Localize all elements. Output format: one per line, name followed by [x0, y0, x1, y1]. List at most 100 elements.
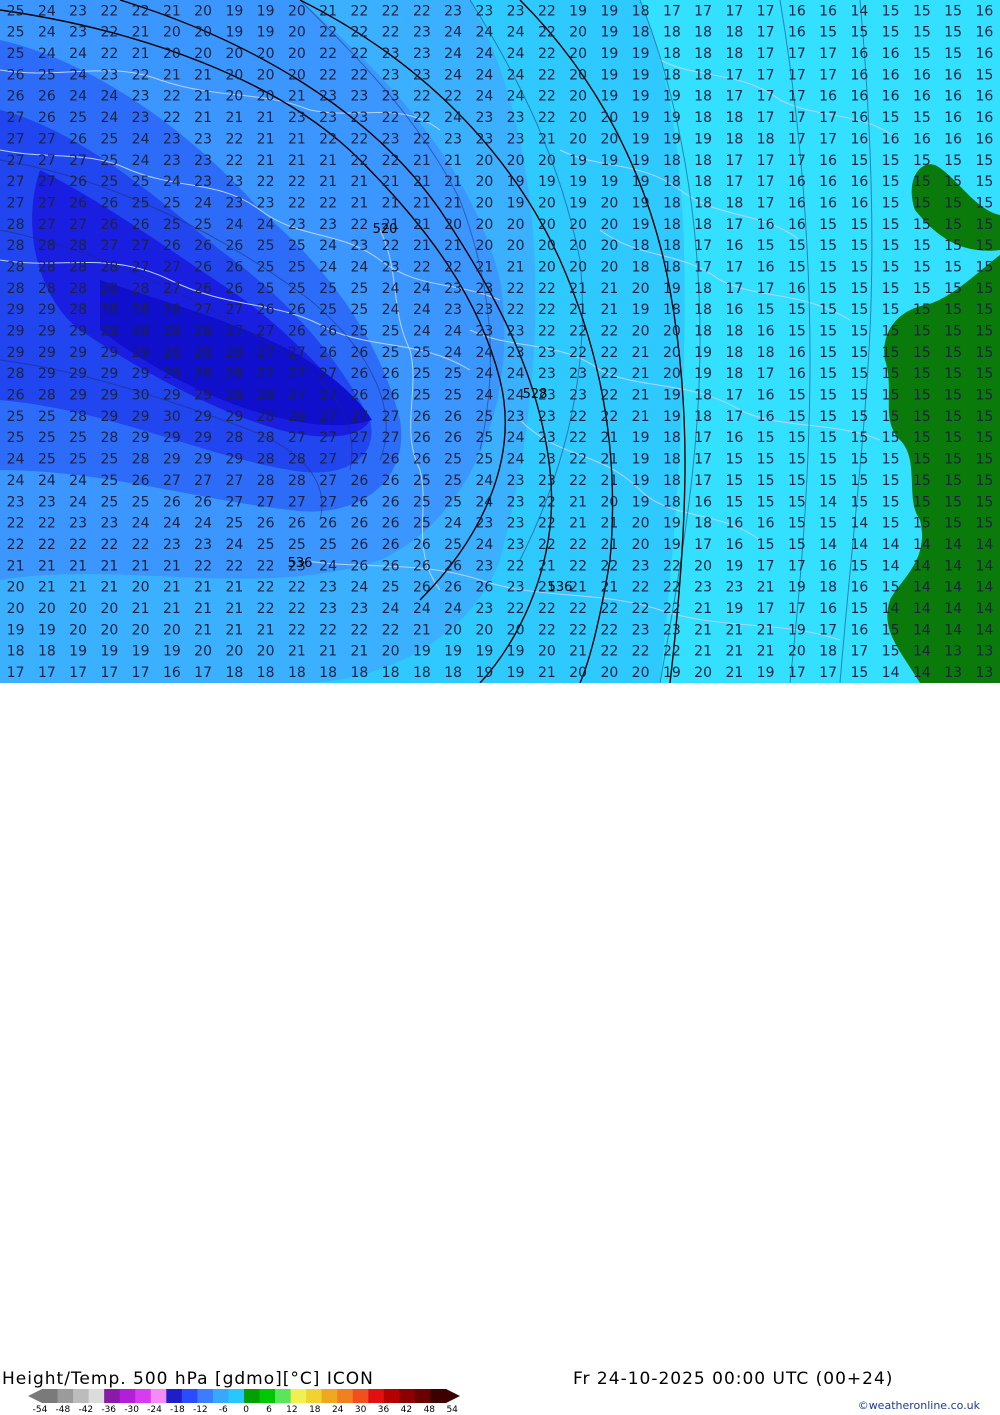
contour-value-label: 15	[819, 25, 837, 41]
contour-value-label: 18	[725, 345, 743, 361]
contour-value-label: 27	[288, 388, 306, 404]
contour-value-label: 23	[319, 110, 337, 126]
contour-value-label: 22	[538, 302, 556, 318]
contour-value-label: 20	[475, 238, 493, 254]
contour-value-label: 18	[694, 324, 712, 340]
contour-value-label: 25	[319, 281, 337, 297]
contour-value-label: 19	[663, 516, 681, 532]
contour-value-label: 14	[913, 622, 931, 638]
contour-value-label: 22	[538, 67, 556, 83]
contour-value-label: 22	[350, 217, 368, 233]
contour-value-label: 25	[475, 409, 493, 425]
scale-color-cell	[352, 1389, 369, 1403]
contour-value-label: 25	[444, 388, 462, 404]
contour-value-label: 19	[507, 665, 525, 681]
contour-value-label: 16	[975, 89, 993, 105]
contour-value-label: 16	[850, 196, 868, 212]
contour-value-label: 24	[38, 473, 56, 489]
contour-value-label: 26	[475, 580, 493, 596]
contour-value-label: 18	[38, 644, 56, 660]
contour-value-label: 27	[288, 494, 306, 510]
contour-value-label: 17	[788, 153, 806, 169]
contour-value-label: 25	[100, 153, 118, 169]
contour-value-label: 15	[913, 494, 931, 510]
contour-value-label: 24	[475, 46, 493, 62]
contour-value-label: 16	[819, 601, 837, 617]
contour-value-label: 23	[194, 153, 212, 169]
contour-value-label: 18	[725, 110, 743, 126]
contour-value-label: 24	[319, 260, 337, 276]
contour-value-label: 22	[319, 131, 337, 147]
contour-value-label: 23	[382, 260, 400, 276]
contour-value-label: 22	[319, 622, 337, 638]
contour-value-label: 26	[38, 89, 56, 105]
contour-value-label: 15	[944, 174, 962, 190]
contour-value-label: 19	[632, 110, 650, 126]
contour-value-label: 15	[975, 473, 993, 489]
contour-value-label: 16	[757, 324, 775, 340]
contour-value-label: 27	[288, 430, 306, 446]
contour-value-label: 28	[38, 238, 56, 254]
contour-value-label: 16	[850, 89, 868, 105]
contour-value-label: 24	[507, 46, 525, 62]
contour-value-label: 16	[819, 3, 837, 19]
contour-value-label: 29	[225, 452, 243, 468]
contour-value-label: 16	[788, 281, 806, 297]
contour-value-label: 25	[38, 452, 56, 468]
contour-value-label: 26	[225, 260, 243, 276]
contour-value-label: 27	[7, 110, 25, 126]
contour-value-label: 17	[663, 3, 681, 19]
contour-value-label: 18	[725, 131, 743, 147]
contour-value-label: 15	[757, 430, 775, 446]
contour-value-label: 22	[569, 473, 587, 489]
contour-value-label: 20	[569, 25, 587, 41]
contour-value-label: 15	[882, 409, 900, 425]
contour-value-label: 24	[69, 67, 87, 83]
contour-value-label: 20	[257, 46, 275, 62]
contour-value-label: 13	[944, 665, 962, 681]
contour-value-label: 21	[444, 153, 462, 169]
contour-value-label: 23	[475, 324, 493, 340]
contour-value-label: 17	[725, 174, 743, 190]
contour-value-label: 28	[257, 388, 275, 404]
contour-value-label: 16	[882, 89, 900, 105]
credit-link[interactable]: ©weatheronline.co.uk	[858, 1399, 980, 1412]
contour-value-label: 15	[850, 558, 868, 574]
contour-value-label: 24	[7, 473, 25, 489]
contour-value-label: 19	[663, 537, 681, 553]
contour-value-label: 23	[319, 217, 337, 233]
contour-value-label: 24	[475, 345, 493, 361]
contour-value-label: 18	[694, 67, 712, 83]
contour-value-label: 22	[507, 558, 525, 574]
contour-value-label: 24	[444, 46, 462, 62]
contour-value-label: 21	[132, 601, 150, 617]
contour-value-label: 28	[7, 366, 25, 382]
contour-value-label: 26	[413, 430, 431, 446]
contour-value-label: 27	[319, 430, 337, 446]
contour-value-label: 14	[882, 601, 900, 617]
contour-value-label: 25	[257, 281, 275, 297]
contour-value-label: 26	[350, 388, 368, 404]
contour-value-label: 14	[850, 537, 868, 553]
contour-value-label: 24	[382, 601, 400, 617]
contour-value-label: 25	[288, 238, 306, 254]
contour-value-label: 16	[725, 516, 743, 532]
contour-value-label: 27	[350, 409, 368, 425]
contour-value-label: 22	[538, 25, 556, 41]
height-contour-label: 536	[288, 556, 313, 571]
contour-value-label: 18	[663, 46, 681, 62]
contour-value-label: 15	[944, 46, 962, 62]
contour-value-label: 15	[819, 345, 837, 361]
contour-value-label: 22	[569, 430, 587, 446]
contour-value-label: 15	[819, 281, 837, 297]
contour-value-label: 18	[663, 217, 681, 233]
contour-value-label: 19	[600, 153, 618, 169]
contour-value-label: 28	[132, 302, 150, 318]
contour-value-label: 30	[163, 409, 181, 425]
contour-value-label: 19	[600, 89, 618, 105]
contour-value-label: 15	[850, 388, 868, 404]
contour-value-label: 21	[319, 174, 337, 190]
contour-value-label: 15	[944, 3, 962, 19]
contour-value-label: 15	[975, 516, 993, 532]
contour-value-label: 15	[944, 238, 962, 254]
